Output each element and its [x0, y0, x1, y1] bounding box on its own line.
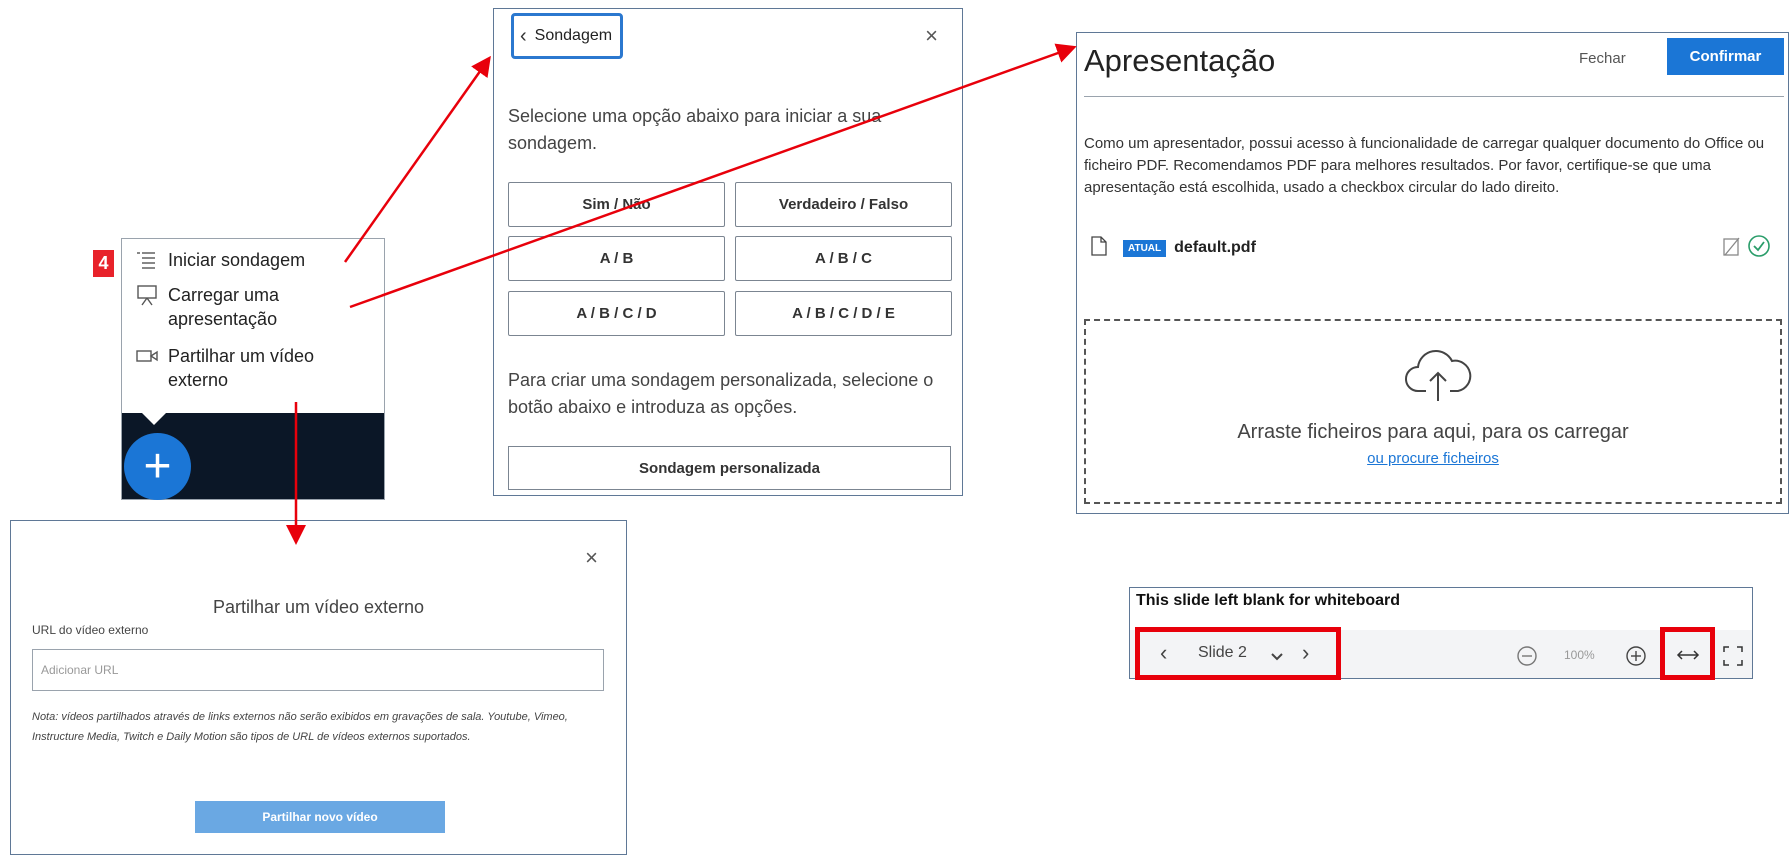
- dropzone-text: Arraste ficheiros para aqui, para os car…: [1237, 421, 1629, 443]
- arrow-to-poll: [343, 55, 491, 263]
- poll-option-abcde[interactable]: A / B / C / D / E: [735, 291, 952, 336]
- chevron-left-icon: ‹: [520, 24, 527, 47]
- zoom-level: 100%: [1564, 648, 1595, 662]
- video-url-input[interactable]: [32, 649, 604, 691]
- poll-instructions: Selecione uma opção abaixo para iniciar …: [508, 106, 882, 153]
- poll-custom-instructions: Para criar uma sondagem personalizada, s…: [508, 370, 934, 417]
- list-icon: [136, 248, 162, 272]
- add-actions-button[interactable]: +: [124, 433, 191, 500]
- fullscreen-icon[interactable]: [1722, 645, 1744, 672]
- presentation-description: Como um apresentador, possui acesso à fu…: [1084, 135, 1765, 196]
- menu-item-label: Partilhar um vídeo externo: [168, 346, 315, 390]
- file-dropzone[interactable]: Arraste ficheiros para aqui, para os car…: [1084, 319, 1782, 504]
- browse-files-link[interactable]: ou procure ficheiros: [1086, 450, 1780, 467]
- fit-width-highlight: [1660, 627, 1715, 680]
- modal-title: Partilhar um vídeo externo: [212, 597, 425, 617]
- menu-item-label: Carregar uma apresentação: [168, 285, 280, 329]
- share-new-video-button[interactable]: Partilhar novo vídeo: [195, 801, 445, 833]
- poll-option-true-false[interactable]: Verdadeiro / Falso: [735, 182, 952, 227]
- menu-item-upload-presentation[interactable]: Carregar uma apresentação: [136, 283, 279, 331]
- poll-option-yes-no[interactable]: Sim / Não: [508, 182, 725, 227]
- current-badge: ATUAL: [1123, 239, 1167, 257]
- menu-item-label: Iniciar sondagem: [168, 250, 306, 270]
- presentation-upload-panel: Apresentação Fechar Confirmar Como um ap…: [1076, 32, 1789, 514]
- poll-panel: ‹ Sondagem × Selecione uma opção abaixo …: [493, 8, 963, 496]
- poll-option-abcd[interactable]: A / B / C / D: [508, 291, 725, 336]
- file-name: default.pdf: [1174, 239, 1256, 256]
- page-title: Apresentação: [1084, 43, 1276, 78]
- menu-item-share-external-video[interactable]: Partilhar um vídeo externo: [136, 344, 314, 392]
- download-disabled-icon[interactable]: [1721, 235, 1743, 262]
- cloud-upload-icon: [1404, 349, 1472, 408]
- presentation-icon: [136, 283, 162, 307]
- close-icon[interactable]: ×: [925, 23, 938, 49]
- zoom-in-icon[interactable]: [1625, 645, 1647, 672]
- video-icon: [136, 344, 162, 368]
- share-external-video-modal: × Partilhar um vídeo externo URL do víde…: [10, 520, 627, 855]
- file-icon: [1091, 235, 1107, 261]
- menu-caret: [142, 413, 166, 425]
- step-number-badge: 4: [93, 250, 114, 277]
- confirm-button[interactable]: Confirmar: [1667, 38, 1784, 75]
- close-button[interactable]: Fechar: [1579, 50, 1626, 67]
- close-icon[interactable]: ×: [585, 545, 598, 571]
- slide-viewer: This slide left blank for whiteboard ‹ S…: [1129, 587, 1753, 680]
- divider: [1084, 96, 1784, 97]
- zoom-out-icon[interactable]: [1516, 645, 1538, 672]
- poll-back-label: Sondagem: [534, 27, 613, 44]
- file-row: ATUAL default.pdf: [1091, 233, 1771, 263]
- menu-item-start-poll[interactable]: Iniciar sondagem: [136, 248, 305, 272]
- slide-title: This slide left blank for whiteboard: [1136, 592, 1401, 609]
- file-actions: [1721, 234, 1771, 263]
- video-note: Nota: vídeos partilhados através de link…: [32, 711, 568, 743]
- slide-navigation-highlight: [1135, 627, 1341, 680]
- poll-option-ab[interactable]: A / B: [508, 236, 725, 281]
- checkmark-circle-icon[interactable]: [1747, 234, 1771, 263]
- actions-menu-panel: Iniciar sondagem Carregar uma apresentaçã…: [122, 239, 384, 413]
- url-field-label: URL do vídeo externo: [32, 623, 149, 637]
- poll-option-abc[interactable]: A / B / C: [735, 236, 952, 281]
- poll-back-button[interactable]: ‹ Sondagem: [511, 13, 623, 59]
- custom-poll-button[interactable]: Sondagem personalizada: [508, 446, 951, 490]
